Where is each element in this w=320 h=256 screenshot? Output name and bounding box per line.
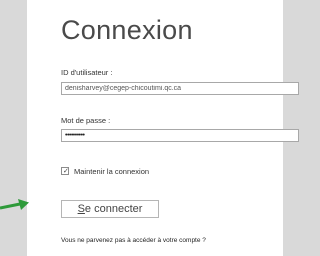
page-title: Connexion [61,15,193,45]
account-help-link[interactable]: Vous ne parvenez pas à accéder à votre c… [61,237,206,245]
remember-label[interactable]: Maintenir la connexion [74,167,149,176]
signin-button[interactable]: Se connecter [61,200,159,218]
signin-label: e connecter [84,203,143,215]
userid-label: ID d'utilisateur : [61,68,113,77]
login-panel: Connexion ID d'utilisateur : Mot de pass… [27,0,299,256]
arrow-right-icon [0,199,29,210]
remember-checkbox[interactable]: ✓ [61,167,69,175]
signin-accel-letter: S [77,203,85,215]
password-field[interactable]: •••••••••• [61,129,299,142]
checkmark-icon: ✓ [63,168,69,175]
userid-field[interactable] [61,82,299,95]
password-label: Mot de passe : [61,116,111,125]
